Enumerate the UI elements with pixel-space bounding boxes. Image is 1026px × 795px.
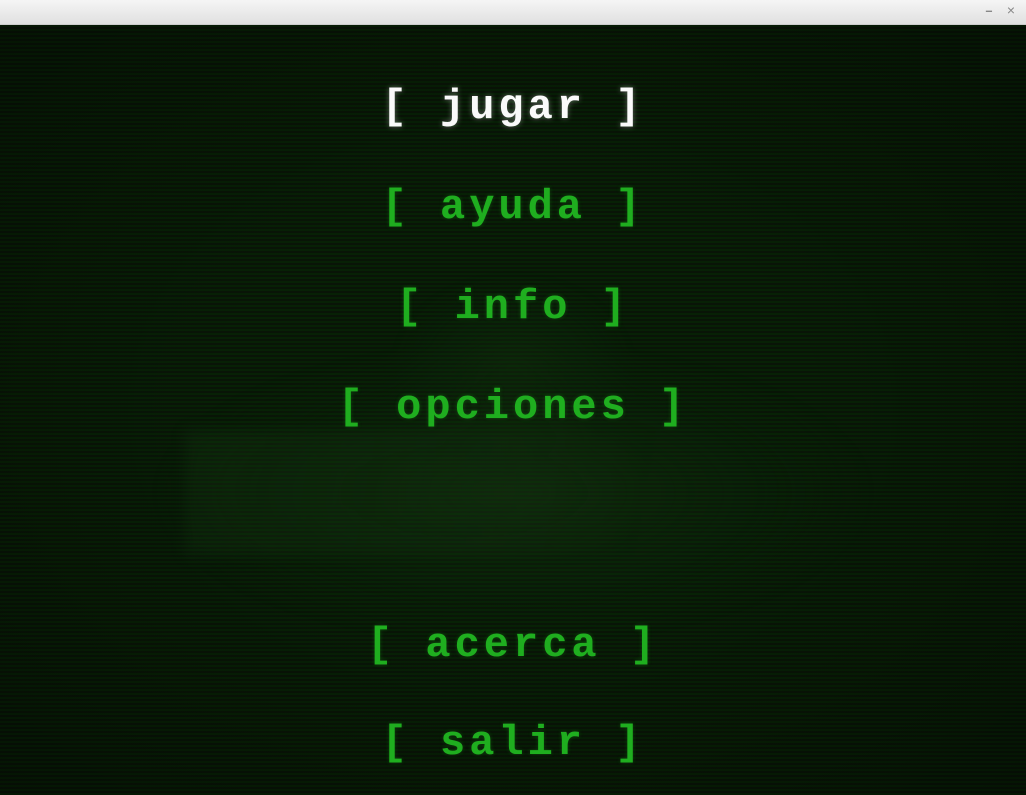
bracket-open: [ [382,719,440,767]
bracket-close: ] [571,283,629,331]
game-viewport: [ jugar ] [ ayuda ] [ info ] [ opciones … [0,25,1026,795]
menu-label: acerca [425,621,600,669]
menu-item-opciones[interactable]: [ opciones ] [338,383,688,431]
bracket-close: ] [630,383,688,431]
titlebar: – × [0,0,1026,25]
bracket-close: ] [586,183,644,231]
bracket-open: [ [338,383,396,431]
bracket-open: [ [382,83,440,131]
bracket-close: ] [601,621,659,669]
menu-label: ayuda [440,183,586,231]
menu-item-salir[interactable]: [ salir ] [382,719,645,767]
main-menu-top: [ jugar ] [ ayuda ] [ info ] [ opciones … [0,83,1026,483]
menu-label: info [455,283,572,331]
menu-item-info[interactable]: [ info ] [396,283,630,331]
main-menu-bottom: [ acerca ] [ salir ] [0,621,1026,795]
app-window: – × [ jugar ] [ ayuda ] [ info ] [ opcio… [0,0,1026,795]
close-button[interactable]: × [1004,5,1018,19]
menu-item-ayuda[interactable]: [ ayuda ] [382,183,645,231]
bracket-open: [ [396,283,454,331]
bracket-close: ] [586,83,644,131]
menu-label: opciones [396,383,630,431]
menu-item-jugar[interactable]: [ jugar ] [382,83,645,131]
bracket-open: [ [367,621,425,669]
minimize-button[interactable]: – [982,5,996,19]
menu-label: salir [440,719,586,767]
bracket-close: ] [586,719,644,767]
menu-item-acerca[interactable]: [ acerca ] [367,621,659,669]
bracket-open: [ [382,183,440,231]
menu-label: jugar [440,83,586,131]
